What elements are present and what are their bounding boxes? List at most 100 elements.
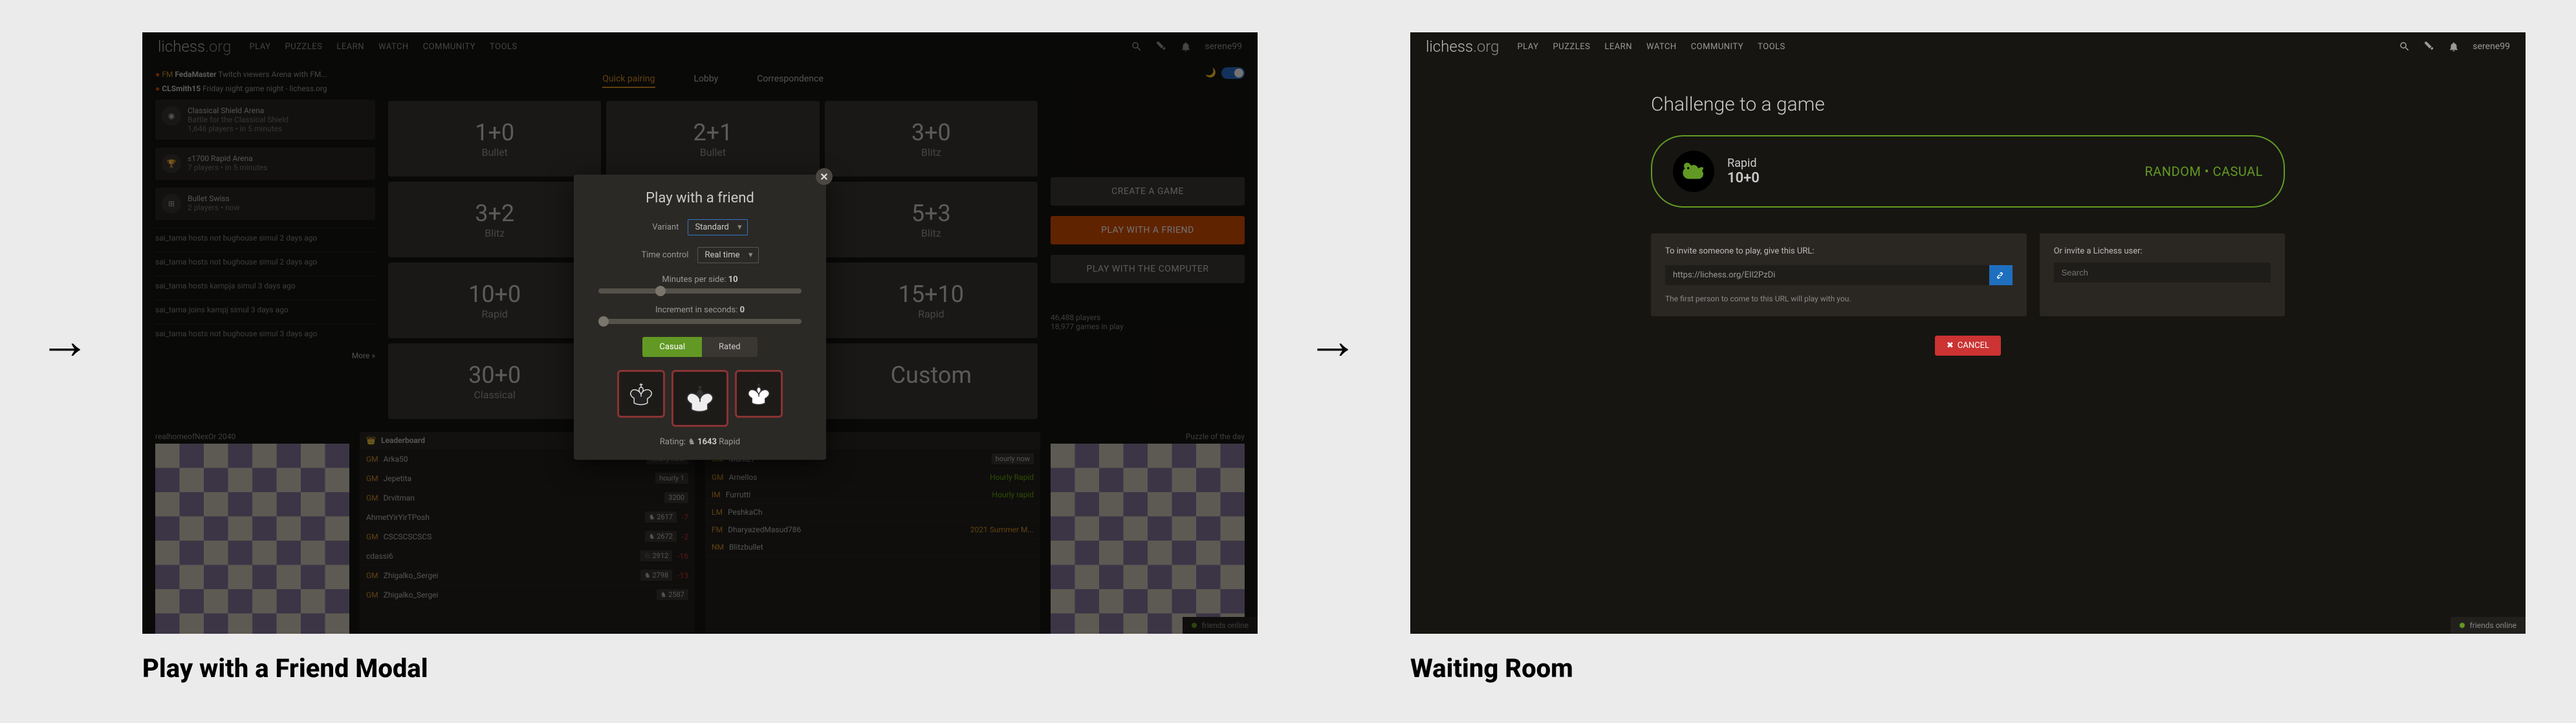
rated-button[interactable]: Rated: [702, 337, 758, 357]
search-icon[interactable]: [2399, 41, 2410, 52]
variant-select[interactable]: Standard: [688, 219, 747, 235]
create-game-button[interactable]: CREATE A GAME: [1051, 177, 1245, 206]
minutes-slider[interactable]: [598, 288, 802, 294]
nav: PLAY PUZZLES LEARN WATCH COMMUNITY TOOLS: [1517, 42, 1785, 52]
increment-slider[interactable]: [598, 319, 802, 324]
timecontrol-label: Time control: [641, 250, 688, 260]
invite-hint: The first person to come to this URL wil…: [1665, 294, 2013, 303]
challenge-url-input[interactable]: [1665, 265, 1989, 285]
tab-correspondence[interactable]: Correspondence: [757, 74, 823, 88]
simul-item[interactable]: sai_tama hosts not bughouse simul 2 days…: [155, 252, 375, 272]
user-search-input[interactable]: [2054, 263, 2271, 283]
time-option[interactable]: 1+0Bullet: [388, 101, 601, 177]
winner-item[interactable]: GMArnellosHourly Rapid: [705, 469, 1040, 486]
time-option[interactable]: 5+3Blitz: [825, 182, 1038, 257]
color-white[interactable]: [735, 370, 783, 418]
tournament-card[interactable]: ◉ Classical Shield Arena Battle for the …: [155, 100, 375, 140]
tv-user[interactable]: realhomeofNexOr 2040: [155, 432, 349, 441]
nav-community[interactable]: COMMUNITY: [1691, 42, 1743, 52]
stream-item[interactable]: ● FM FedaMaster Twitch viewers Arena wit…: [155, 67, 375, 81]
simul-item[interactable]: sai_tama hosts kampja simul 3 days ago: [155, 275, 375, 296]
username[interactable]: serene99: [2472, 41, 2510, 52]
friends-online[interactable]: friends online: [1183, 617, 1258, 634]
time-option[interactable]: Custom: [825, 343, 1038, 419]
leader-item[interactable]: cdassi6♘ 2912-16: [360, 546, 695, 566]
stream-item[interactable]: ● CLSmith15 Friday night game night - li…: [155, 81, 375, 96]
king-random-icon: [682, 381, 717, 416]
nav-tools[interactable]: TOOLS: [490, 42, 518, 52]
nav-community[interactable]: COMMUNITY: [423, 42, 475, 52]
search-icon[interactable]: [1131, 41, 1142, 52]
winner-item[interactable]: IMFurruttiHourly rapid: [705, 486, 1040, 504]
username[interactable]: serene99: [1205, 41, 1242, 52]
challenge-badge: RANDOM • CASUAL: [2145, 164, 2263, 179]
nav-watch[interactable]: WATCH: [378, 42, 409, 52]
color-black[interactable]: [617, 370, 665, 418]
time-option[interactable]: 10+0Rapid: [388, 263, 601, 338]
nav-puzzles[interactable]: PUZZLES: [1553, 42, 1590, 52]
copy-url-button[interactable]: [1989, 265, 2013, 285]
nav-learn[interactable]: LEARN: [336, 42, 364, 52]
time-option[interactable]: 3+0Blitz: [825, 101, 1038, 177]
screen-play-with-friend: lichess.org PLAY PUZZLES LEARN WATCH COM…: [142, 32, 1258, 634]
time-option[interactable]: 2+1Bullet: [606, 101, 819, 177]
nav-play[interactable]: PLAY: [1517, 42, 1538, 52]
online-dot-icon: [2460, 623, 2465, 628]
minutes-label: Minutes per side: 10: [592, 275, 808, 285]
simul-item[interactable]: sai_tama hosts not bughouse simul 2 days…: [155, 228, 375, 248]
leader-item[interactable]: GMDrvitman3200: [360, 488, 695, 508]
cancel-button[interactable]: ✖ CANCEL: [1935, 336, 2001, 356]
lobby-tabs: Quick pairing Lobby Correspondence: [388, 67, 1038, 94]
time-option[interactable]: 3+2Blitz: [388, 182, 601, 257]
timecontrol-select[interactable]: Real time: [697, 247, 758, 263]
online-dot-icon: [1192, 623, 1197, 628]
nav-play[interactable]: PLAY: [249, 42, 270, 52]
mode-toggle: Casual Rated: [592, 337, 808, 357]
tab-lobby[interactable]: Lobby: [694, 74, 719, 88]
leader-item[interactable]: GMZhigalko_Sergei♞ 2798-13: [360, 566, 695, 585]
king-black-icon: [627, 380, 655, 408]
winner-item[interactable]: LMPeshkaCh: [705, 504, 1040, 521]
modal-title: Play with a friend: [592, 190, 808, 206]
bell-icon[interactable]: [1180, 41, 1192, 52]
shield-icon: ◉: [162, 106, 181, 125]
more-link[interactable]: More »: [155, 347, 375, 364]
nav-watch[interactable]: WATCH: [1646, 42, 1677, 52]
simul-item[interactable]: sai_tama hosts not bughouse simul 3 days…: [155, 323, 375, 343]
friends-online[interactable]: friends online: [2450, 617, 2526, 634]
tab-quick-pairing[interactable]: Quick pairing: [602, 74, 655, 88]
nav-tools[interactable]: TOOLS: [1758, 42, 1785, 52]
winner-item[interactable]: FMDharyazedMasud7862021 Summer M...: [705, 521, 1040, 539]
play-with-computer-button[interactable]: PLAY WITH THE COMPUTER: [1051, 255, 1245, 283]
time-option[interactable]: 15+10Rapid: [825, 263, 1038, 338]
winner-item[interactable]: NMBlitzbullet: [705, 539, 1040, 556]
nav-learn[interactable]: LEARN: [1604, 42, 1632, 52]
challenges-icon[interactable]: [2423, 41, 2435, 52]
simul-item[interactable]: sai_tama joins kampj simul 3 days ago: [155, 299, 375, 319]
puzzle-label[interactable]: Puzzle of the day: [1051, 432, 1245, 441]
tournament-card[interactable]: ⊞ Bullet Swiss 2 players • now: [155, 188, 375, 220]
play-with-friend-button[interactable]: PLAY WITH A FRIEND: [1051, 216, 1245, 244]
rating-line: Rating: ♞ 1643 Rapid: [592, 437, 808, 447]
invite-user-panel: Or invite a Lichess user:: [2040, 233, 2285, 316]
leader-item[interactable]: GMZhigalko_Sergei♞ 2587: [360, 585, 695, 605]
caption-left: Play with a Friend Modal: [142, 653, 428, 684]
challenges-icon[interactable]: [1155, 41, 1167, 52]
leader-item[interactable]: AhmetYirYirTPosh♞ 2617-7: [360, 508, 695, 527]
logo[interactable]: lichess.org: [1426, 38, 1499, 56]
theme-toggle[interactable]: [1221, 67, 1245, 79]
topbar: lichess.org PLAY PUZZLES LEARN WATCH COM…: [142, 32, 1258, 61]
puzzle-board[interactable]: [1051, 444, 1245, 634]
casual-button[interactable]: Casual: [642, 337, 702, 357]
featured-board[interactable]: [155, 444, 349, 634]
page-title: Challenge to a game: [1651, 93, 2285, 116]
bell-icon[interactable]: [2448, 41, 2460, 52]
leader-item[interactable]: GMCSCSCSCSCS♞ 2672-2: [360, 527, 695, 546]
time-option[interactable]: 30+0Classical: [388, 343, 601, 419]
logo[interactable]: lichess.org: [158, 38, 231, 56]
nav-puzzles[interactable]: PUZZLES: [285, 42, 322, 52]
close-icon[interactable]: ✕: [816, 168, 833, 185]
color-random[interactable]: [671, 370, 728, 427]
leader-item[interactable]: GMJepetitahourly 1: [360, 469, 695, 488]
tournament-card[interactable]: 🏆 ≤1700 Rapid Arena 7 players • in 5 min…: [155, 147, 375, 180]
